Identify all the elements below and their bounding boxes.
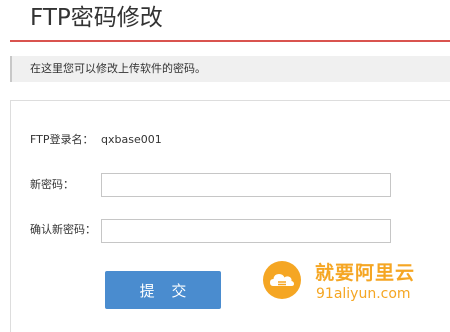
watermark-url: 91aliyun.com	[316, 286, 411, 302]
cloud-icon	[263, 261, 301, 299]
info-text: 在这里您可以修改上传软件的密码。	[30, 62, 206, 75]
confirm-password-label: 确认新密码：	[30, 223, 96, 236]
confirm-password-field[interactable]	[101, 219, 391, 243]
title-divider	[10, 40, 450, 42]
ftp-login-value: qxbase001	[101, 133, 162, 146]
new-password-label: 新密码：	[30, 178, 74, 191]
submit-button[interactable]: 提 交	[105, 271, 221, 309]
watermark: 就要阿里云 91aliyun.com	[262, 256, 442, 306]
new-password-field[interactable]	[101, 173, 391, 197]
ftp-login-label: FTP登录名：	[30, 133, 94, 146]
info-bar: 在这里您可以修改上传软件的密码。	[10, 56, 450, 82]
page-title: FTP密码修改	[30, 5, 163, 31]
watermark-title: 就要阿里云	[315, 262, 416, 284]
